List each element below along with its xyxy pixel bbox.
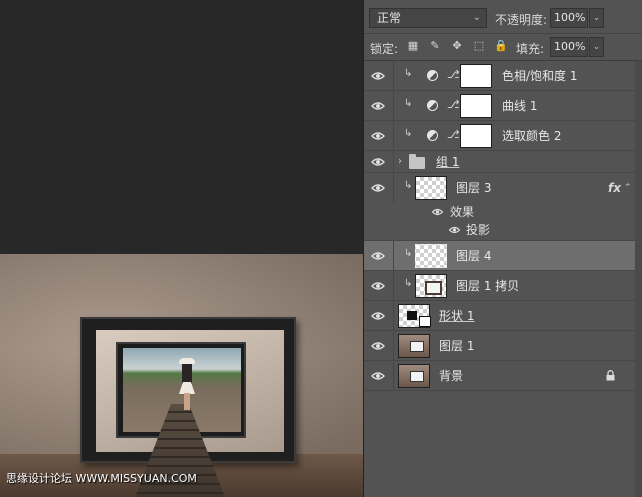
clipping-arrow-icon: ↳ xyxy=(404,180,413,191)
visibility-toggle[interactable] xyxy=(364,331,394,360)
collapse-effects-icon[interactable]: ⌃ xyxy=(624,173,632,203)
visibility-toggle[interactable] xyxy=(364,61,394,90)
eye-icon xyxy=(371,282,385,290)
expand-chevron-icon[interactable]: › xyxy=(398,151,402,173)
fx-icon[interactable]: fx xyxy=(608,173,621,203)
visibility-toggle[interactable] xyxy=(364,301,394,330)
lock-row: 锁定: ▦ ✎ ✥ ⬚ 🔒 填充: 100% ⌄ xyxy=(364,34,642,61)
layer-thumbnail[interactable] xyxy=(398,364,430,388)
layer-row-layer-1[interactable]: 图层 1 xyxy=(364,331,636,361)
eye-icon xyxy=(371,158,385,166)
layer-row-layer-4[interactable]: ↳ 图层 4 xyxy=(364,241,636,271)
link-icon[interactable]: ⎇ xyxy=(447,68,460,81)
watermark-text: 思缘设计论坛 WWW.MISSYUAN.COM xyxy=(6,472,197,485)
visibility-toggle[interactable] xyxy=(364,241,394,270)
layer-name: 图层 1 xyxy=(439,339,475,353)
lock-image-pixels-icon[interactable]: ✎ xyxy=(428,39,442,53)
clipping-arrow-icon: ↳ xyxy=(404,248,413,259)
clipping-arrow-icon: ↳ xyxy=(404,98,413,109)
opacity-dropdown-button[interactable]: ⌄ xyxy=(589,8,604,28)
layers-panel: 正常 ⌄ 不透明度: 100% ⌄ 锁定: ▦ ✎ ✥ ⬚ 🔒 填充: 100%… xyxy=(363,0,642,497)
layer-row-group-1[interactable]: › 组 1 xyxy=(364,151,636,173)
eye-icon xyxy=(371,102,385,110)
lock-label: 锁定: xyxy=(370,42,399,56)
fill-input[interactable]: 100% xyxy=(550,37,588,57)
link-icon[interactable]: ⎇ xyxy=(447,128,460,141)
layer-row-curves[interactable]: ↳ ⎇ 曲线 1 xyxy=(364,91,636,121)
layer-mask-thumbnail[interactable] xyxy=(460,124,492,148)
layer-name: 色相/饱和度 1 xyxy=(502,69,578,83)
visibility-toggle[interactable] xyxy=(364,271,394,300)
layer-row-background[interactable]: 背景 xyxy=(364,361,636,391)
link-icon[interactable]: ⎇ xyxy=(447,98,460,111)
effect-row-drop-shadow[interactable]: 投影 xyxy=(364,221,636,241)
layer-name: 图层 3 xyxy=(456,181,492,195)
layer-options-row: 正常 ⌄ 不透明度: 100% ⌄ xyxy=(364,0,642,34)
eye-icon xyxy=(371,184,385,192)
lock-all-icon[interactable]: 🔒 xyxy=(494,39,508,53)
visibility-toggle[interactable] xyxy=(364,121,394,150)
blend-mode-select[interactable]: 正常 ⌄ xyxy=(369,8,487,28)
layer-name: 选取颜色 2 xyxy=(502,129,562,143)
clipping-arrow-icon: ↳ xyxy=(404,278,413,289)
layer-name: 形状 1 xyxy=(439,309,475,323)
layer-thumbnail[interactable] xyxy=(415,176,447,200)
adjustment-layer-icon xyxy=(427,100,438,111)
layer-name: 背景 xyxy=(439,369,464,383)
eye-icon xyxy=(371,312,385,320)
layer-mask-thumbnail[interactable] xyxy=(460,64,492,88)
eye-icon xyxy=(371,252,385,260)
fill-label: 填充: xyxy=(516,42,545,56)
eye-icon xyxy=(371,372,385,380)
layer-name: 组 1 xyxy=(436,155,460,169)
blend-mode-value: 正常 xyxy=(377,11,402,25)
layer-row-hue-saturation[interactable]: ↳ ⎇ 色相/饱和度 1 xyxy=(364,61,636,91)
effects-row[interactable]: 效果 xyxy=(364,203,636,221)
lock-transparent-pixels-icon[interactable]: ▦ xyxy=(406,39,420,53)
eye-icon xyxy=(448,226,461,234)
layer-list: ↳ ⎇ 色相/饱和度 1 ↳ ⎇ 曲线 1 ↳ ⎇ 选取颜色 2 › 组 1 ↳… xyxy=(364,61,642,497)
layer-row-selective-color[interactable]: ↳ ⎇ 选取颜色 2 xyxy=(364,121,636,151)
effect-name: 投影 xyxy=(466,223,491,237)
canvas-image[interactable] xyxy=(0,254,363,497)
lock-artboard-icon[interactable]: ⬚ xyxy=(472,39,486,53)
chevron-down-icon: ⌄ xyxy=(472,12,481,23)
layer-thumbnail[interactable] xyxy=(398,334,430,358)
fill-dropdown-button[interactable]: ⌄ xyxy=(589,37,604,57)
lock-icon xyxy=(606,370,615,381)
layer-row-shape-1[interactable]: 形状 1 xyxy=(364,301,636,331)
layer-name: 图层 1 拷贝 xyxy=(456,279,520,293)
visibility-toggle[interactable] xyxy=(364,361,394,390)
clipping-arrow-icon: ↳ xyxy=(404,68,413,79)
adjustment-layer-icon xyxy=(427,130,438,141)
visibility-toggle[interactable] xyxy=(364,91,394,120)
layer-name: 图层 4 xyxy=(456,249,492,263)
opacity-label: 不透明度: xyxy=(495,13,548,27)
layer-thumbnail[interactable] xyxy=(415,274,447,298)
layer-thumbnail[interactable] xyxy=(415,244,447,268)
eye-icon xyxy=(431,208,444,216)
eye-icon xyxy=(371,72,385,80)
layer-mask-thumbnail[interactable] xyxy=(460,94,492,118)
walking-girl xyxy=(176,358,198,410)
folder-icon xyxy=(409,154,425,169)
layers-scrollbar[interactable] xyxy=(635,61,642,497)
document-canvas[interactable]: 思缘设计论坛 WWW.MISSYUAN.COM xyxy=(0,0,363,497)
visibility-toggle[interactable] xyxy=(364,151,394,172)
opacity-input[interactable]: 100% xyxy=(550,8,588,28)
effects-label: 效果 xyxy=(450,205,475,219)
lock-position-icon[interactable]: ✥ xyxy=(450,39,464,53)
layer-row-layer-3[interactable]: ↳ 图层 3 fx ⌃ xyxy=(364,173,636,203)
eye-icon xyxy=(371,342,385,350)
eye-icon xyxy=(371,132,385,140)
adjustment-layer-icon xyxy=(427,70,438,81)
visibility-toggle[interactable] xyxy=(364,173,394,203)
vector-shape-icon xyxy=(419,316,431,327)
layer-name: 曲线 1 xyxy=(502,99,538,113)
clipping-arrow-icon: ↳ xyxy=(404,128,413,139)
layer-row-layer-1-copy[interactable]: ↳ 图层 1 拷贝 xyxy=(364,271,636,301)
